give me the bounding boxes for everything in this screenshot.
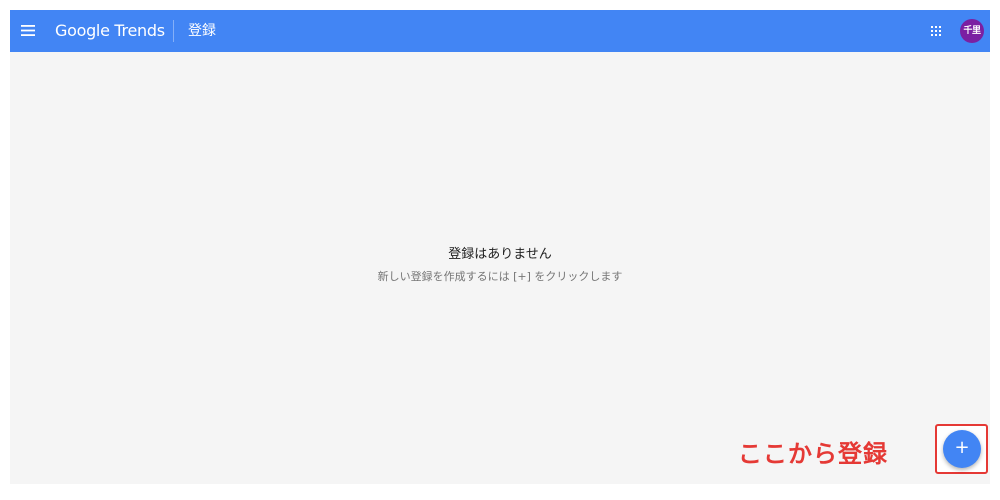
empty-state: 登録はありません 新しい登録を作成するには [+] をクリックします [10,246,990,285]
page-title: 登録 [188,23,216,39]
top-app-bar: Google Trends 登録 千里 [10,10,990,52]
google-apps-button[interactable] [925,20,947,42]
main-menu-button[interactable] [15,17,43,45]
annotation-label: ここから登録 [738,440,888,468]
google-trends-subscriptions-page: Google Trends 登録 千里 登録はありません 新しい登録を作成するに… [10,10,990,484]
apps-grid-icon [931,26,941,36]
empty-state-title: 登録はありません [448,247,552,262]
hamburger-menu-icon [21,25,35,36]
header-divider [173,20,174,42]
account-avatar[interactable]: 千里 [960,19,984,43]
add-subscription-button[interactable]: + [943,430,981,468]
empty-state-subtitle: 新しい登録を作成するには [+] をクリックします [377,270,623,283]
google-trends-logo[interactable]: Google Trends [55,10,165,52]
